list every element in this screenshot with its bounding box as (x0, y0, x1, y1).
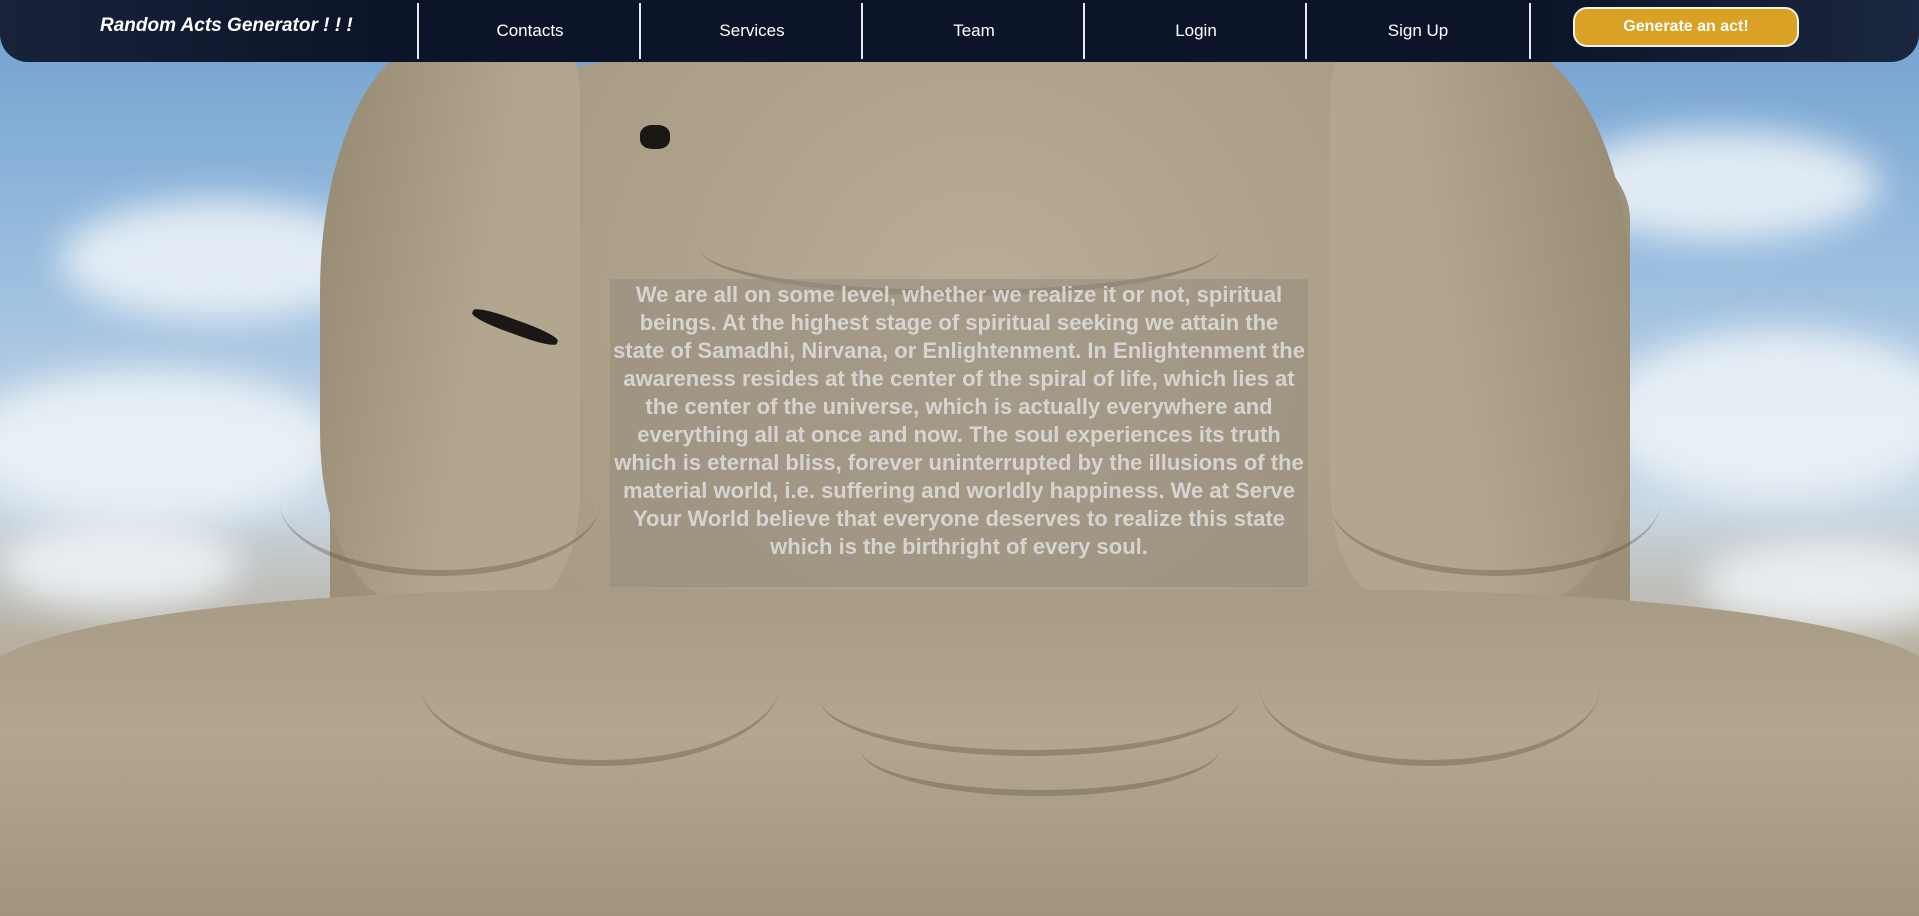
brand-title[interactable]: Random Acts Generator ! ! ! (100, 15, 353, 37)
nav-team[interactable]: Team (861, 3, 1085, 59)
nav-sign-up[interactable]: Sign Up (1305, 3, 1531, 59)
top-navbar: Random Acts Generator ! ! ! Contacts Ser… (0, 0, 1919, 62)
robe-fold (860, 700, 1220, 796)
generate-act-button[interactable]: Generate an act! (1573, 7, 1799, 47)
page: Random Acts Generator ! ! ! Contacts Ser… (0, 0, 1919, 916)
nav-contacts[interactable]: Contacts (417, 3, 641, 59)
robe-fold (420, 600, 780, 766)
nav-services[interactable]: Services (639, 3, 863, 59)
robe-fold (1330, 430, 1660, 576)
robe-fold (280, 430, 600, 576)
nav-login[interactable]: Login (1083, 3, 1307, 59)
mission-quote: We are all on some level, whether we rea… (610, 279, 1308, 587)
robe-fold (1260, 610, 1600, 766)
statue-shadow (640, 125, 670, 149)
cloud (0, 520, 240, 610)
